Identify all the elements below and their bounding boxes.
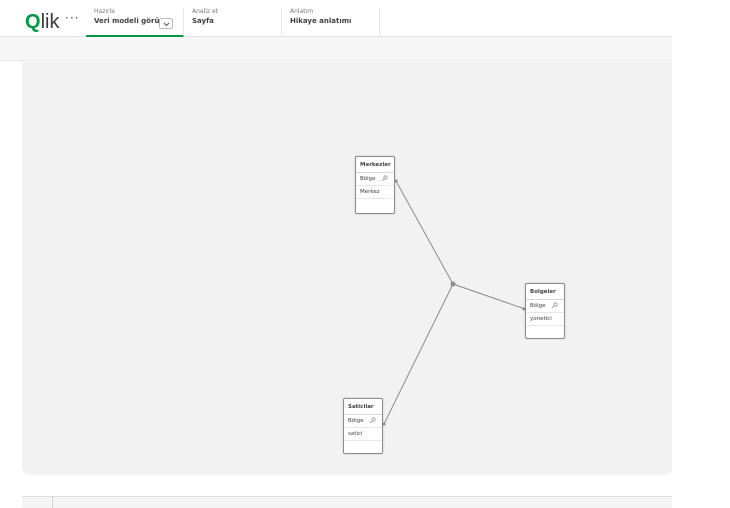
data-model-toolbar bbox=[0, 37, 672, 61]
top-navigation-bar: Qlik ··· Hazırla Veri modeli görü... Ana… bbox=[0, 0, 672, 37]
field-row[interactable]: satici bbox=[344, 428, 382, 441]
link-bolgeler bbox=[452, 283, 526, 310]
key-icon bbox=[551, 302, 558, 309]
tab-narrate-title: Hikaye anlatımı bbox=[290, 17, 352, 25]
table-card-saticilar[interactable]: Saticilar Bölge satici bbox=[343, 398, 383, 454]
field-row[interactable]: yonetici bbox=[526, 313, 564, 326]
chevron-down-icon[interactable] bbox=[159, 18, 173, 29]
tab-prepare[interactable]: Hazırla Veri modeli görü... bbox=[86, 8, 184, 37]
preview-divider bbox=[52, 497, 53, 508]
table-title: Merkezler bbox=[356, 157, 394, 173]
field-row[interactable]: Bölge bbox=[356, 173, 394, 186]
field-name: Merkez bbox=[360, 189, 380, 195]
tab-analyze[interactable]: Analiz et Sayfa bbox=[184, 8, 282, 37]
key-icon bbox=[369, 417, 376, 424]
field-name: satici bbox=[348, 431, 363, 437]
table-card-merkezler[interactable]: Merkezler Bölge Merkez bbox=[355, 156, 395, 214]
link-hub bbox=[450, 281, 456, 287]
key-icon bbox=[381, 175, 388, 182]
preview-panel[interactable] bbox=[22, 496, 672, 508]
field-name: Bölge bbox=[348, 418, 364, 424]
table-card-bolgeler[interactable]: Bolgeler Bölge yonetici bbox=[525, 283, 565, 339]
field-name: yonetici bbox=[530, 316, 552, 322]
tab-narrate-caption: Anlatım bbox=[290, 8, 314, 15]
field-name: Bölge bbox=[530, 303, 546, 309]
field-row[interactable]: Bölge bbox=[526, 300, 564, 313]
data-model-canvas[interactable]: Merkezler Bölge Merkez Bolgeler Bölge yo… bbox=[22, 62, 672, 475]
field-name: Bölge bbox=[360, 176, 376, 182]
field-row[interactable]: Bölge bbox=[344, 415, 382, 428]
field-row[interactable]: Merkez bbox=[356, 186, 394, 199]
link-merkezler bbox=[395, 180, 454, 285]
table-title: Bolgeler bbox=[526, 284, 564, 300]
tab-analyze-caption: Analiz et bbox=[192, 8, 219, 15]
table-title: Saticilar bbox=[344, 399, 382, 415]
tab-analyze-title: Sayfa bbox=[192, 17, 214, 25]
link-saticilar bbox=[383, 283, 454, 425]
tab-narrate[interactable]: Anlatım Hikaye anlatımı bbox=[282, 8, 380, 37]
tab-prepare-caption: Hazırla bbox=[94, 8, 115, 15]
qlik-logo[interactable]: Qlik bbox=[25, 11, 59, 34]
more-options-icon[interactable]: ··· bbox=[65, 11, 79, 25]
